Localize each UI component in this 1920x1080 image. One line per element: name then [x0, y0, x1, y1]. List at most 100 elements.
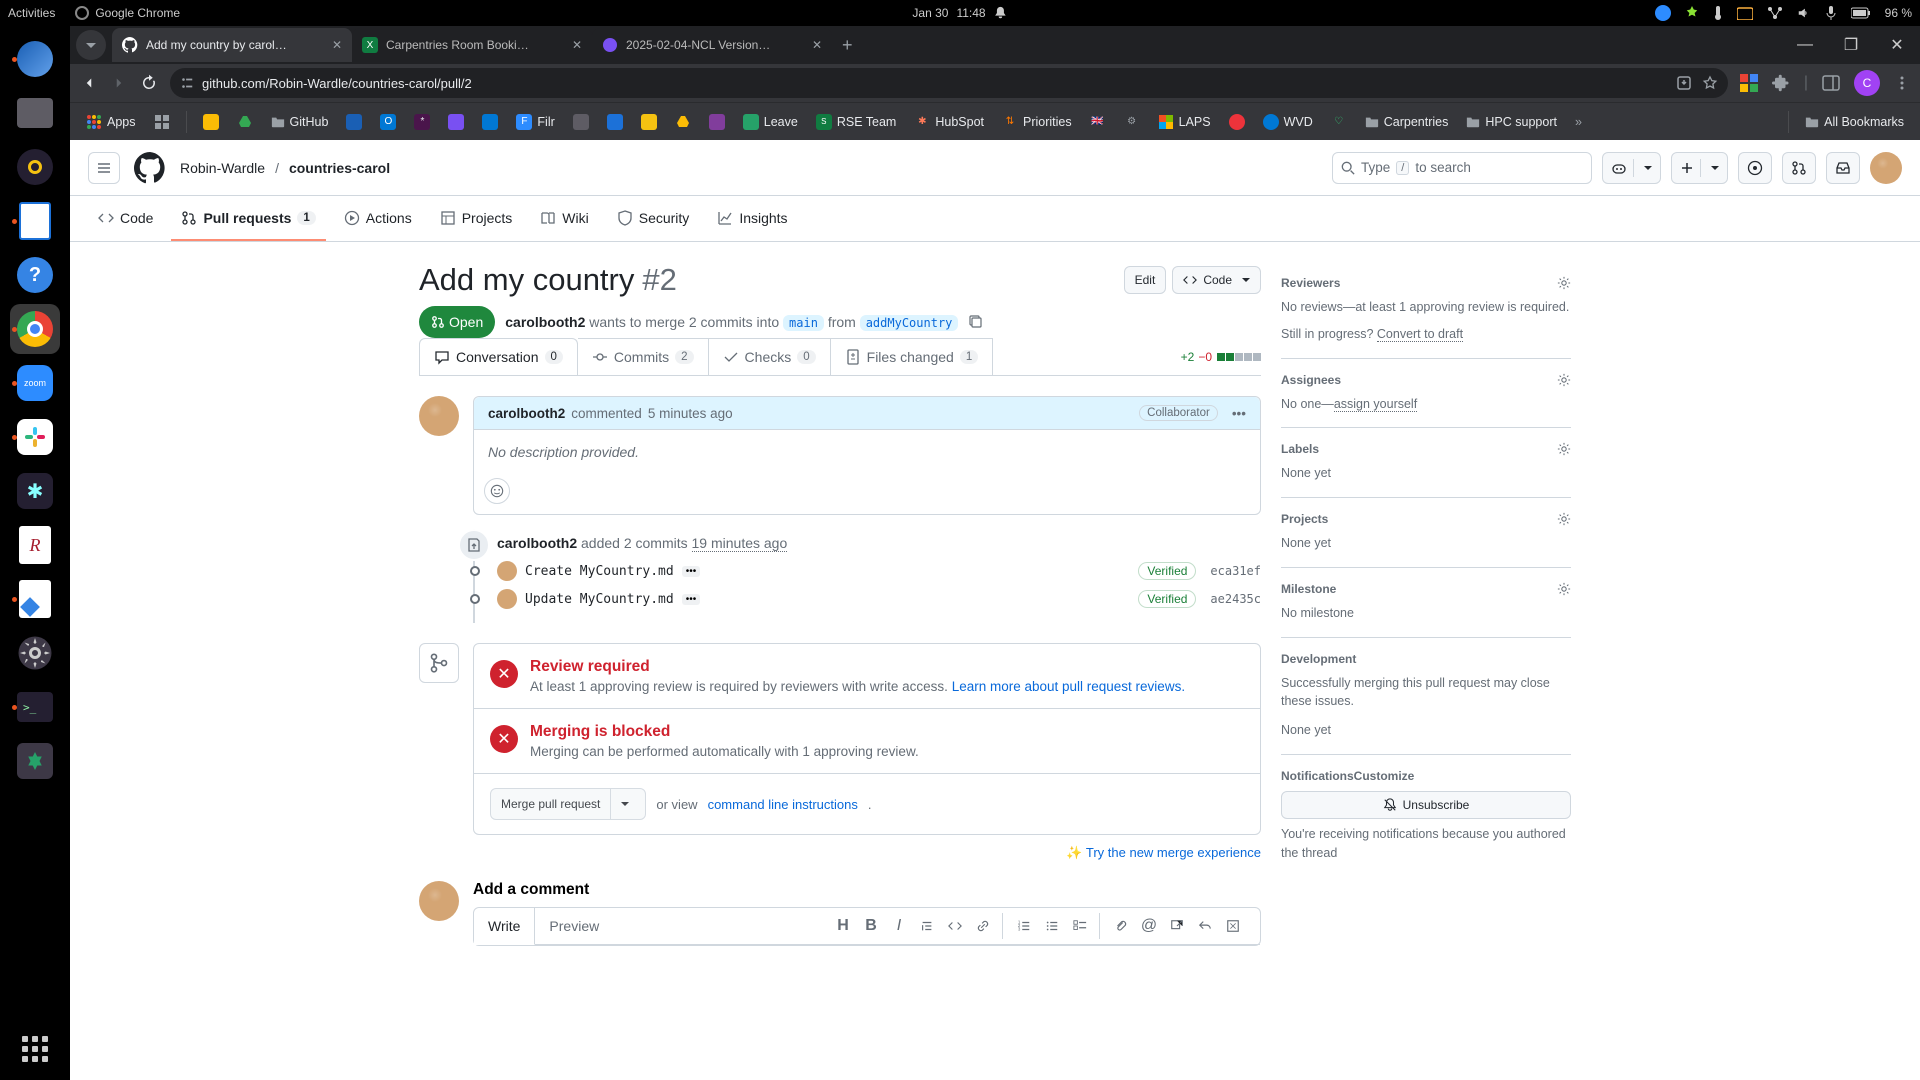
tab-conversation[interactable]: Conversation0 [419, 338, 578, 375]
dock-rhythmbox[interactable] [10, 142, 60, 192]
current-app[interactable]: Google Chrome [75, 6, 180, 20]
unsubscribe-button[interactable]: Unsubscribe [1281, 791, 1571, 819]
bm-rse[interactable]: SRSE Team [810, 110, 903, 134]
bm-outlook[interactable]: O [374, 110, 402, 134]
comment-author[interactable]: carolbooth2 [488, 406, 565, 421]
task-tool[interactable] [1067, 913, 1093, 939]
bm-item11[interactable] [601, 110, 629, 134]
tab-checks[interactable]: Checks0 [709, 338, 831, 375]
head-branch[interactable]: addMyCountry [860, 315, 959, 331]
bm-github[interactable]: GitHub [265, 111, 335, 133]
repo-name-link[interactable]: countries-carol [289, 160, 390, 176]
volume-icon[interactable] [1797, 6, 1811, 20]
event-author[interactable]: carolbooth2 [497, 535, 577, 551]
bm-hpc[interactable]: HPC support [1460, 111, 1563, 133]
verified-badge[interactable]: Verified [1138, 562, 1196, 580]
bm-drive[interactable] [231, 110, 259, 134]
assign-yourself-link[interactable]: assign yourself [1334, 397, 1417, 412]
bm-wvd[interactable]: WVD [1257, 110, 1319, 134]
bm-grid[interactable] [148, 110, 176, 134]
extensions-icon[interactable] [1772, 74, 1790, 92]
merge-pr-button[interactable]: Merge pull request [490, 788, 646, 820]
attach-tool[interactable] [1108, 913, 1134, 939]
ul-tool[interactable] [1039, 913, 1065, 939]
tab-projects[interactable]: Projects [430, 196, 523, 241]
commit-avatar[interactable] [497, 589, 517, 609]
cli-instructions-link[interactable]: command line instructions [708, 797, 858, 812]
tab-2-close[interactable]: ✕ [572, 38, 582, 52]
install-app-icon[interactable] [1676, 75, 1692, 91]
reload-button[interactable] [140, 74, 158, 92]
repo-owner-link[interactable]: Robin-Wardle [180, 160, 265, 176]
commit-avatar[interactable] [497, 561, 517, 581]
commit-sha[interactable]: eca31ef [1210, 564, 1261, 578]
tab-2[interactable]: X Carpentries Room Booki… ✕ [352, 28, 592, 62]
tab-1[interactable]: Add my country by carol… ✕ [112, 28, 352, 62]
quote-tool[interactable] [914, 913, 940, 939]
bold-tool[interactable]: B [858, 913, 884, 939]
link-tool[interactable] [970, 913, 996, 939]
activities-button[interactable]: Activities [8, 6, 55, 20]
preview-tab[interactable]: Preview [535, 908, 613, 944]
window-minimize[interactable]: — [1782, 26, 1828, 64]
dock-trash[interactable] [10, 736, 60, 786]
event-time[interactable]: 19 minutes ago [692, 535, 788, 552]
pr-author[interactable]: carolbooth2 [505, 314, 585, 330]
tab-pullrequests[interactable]: Pull requests1 [171, 196, 325, 241]
dock-slack[interactable] [10, 412, 60, 462]
tab-actions[interactable]: Actions [334, 196, 422, 241]
tab-1-close[interactable]: ✕ [332, 38, 342, 52]
commit-expand[interactable]: ••• [682, 594, 701, 605]
bm-item14[interactable] [703, 110, 731, 134]
clock[interactable]: Jan 30 11:48 [912, 6, 1007, 20]
sidepanel-icon[interactable] [1822, 74, 1840, 92]
milestone-gear-icon[interactable] [1557, 582, 1571, 596]
pr-nav-button[interactable] [1782, 152, 1816, 184]
commit-sha[interactable]: ae2435c [1210, 592, 1261, 606]
copy-icon[interactable] [968, 314, 984, 330]
forward-button[interactable] [110, 74, 128, 92]
window-maximize[interactable]: ❐ [1828, 26, 1874, 64]
bm-leave[interactable]: Leave [737, 110, 804, 134]
bm-item12[interactable] [635, 110, 663, 134]
tab-wiki[interactable]: Wiki [530, 196, 598, 241]
reply-tool[interactable] [1192, 913, 1218, 939]
commit-message[interactable]: Update MyCountry.md [525, 592, 674, 607]
new-tab-button[interactable]: + [832, 35, 863, 56]
code-dropdown-button[interactable]: Code [1172, 266, 1261, 294]
dock-chrome[interactable] [10, 304, 60, 354]
bm-item13[interactable] [669, 110, 697, 134]
reviewers-gear-icon[interactable] [1557, 276, 1571, 290]
gh-search-input[interactable]: Type / to search [1332, 152, 1592, 184]
dock-writer[interactable] [10, 196, 60, 246]
bm-item10[interactable] [567, 110, 595, 134]
tab-files[interactable]: Files changed1 [831, 338, 994, 375]
bm-item7[interactable] [442, 110, 470, 134]
fullscreen-tool[interactable] [1220, 913, 1246, 939]
battery-icon[interactable] [1851, 7, 1871, 19]
tab-code[interactable]: Code [88, 196, 163, 241]
ext1-icon[interactable] [1740, 74, 1758, 92]
bm-hubspot[interactable]: ✱HubSpot [908, 110, 990, 134]
write-tab[interactable]: Write [474, 908, 535, 945]
comment-menu[interactable]: ••• [1232, 406, 1246, 421]
bm-item8[interactable] [476, 110, 504, 134]
bm-carp[interactable]: Carpentries [1359, 111, 1455, 133]
bm-priorities[interactable]: ⇅Priorities [996, 110, 1078, 134]
back-button[interactable] [80, 74, 98, 92]
base-branch[interactable]: main [783, 315, 824, 331]
dock-settings[interactable] [10, 628, 60, 678]
bm-all[interactable]: All Bookmarks [1799, 111, 1910, 133]
edit-title-button[interactable]: Edit [1124, 266, 1167, 294]
ol-tool[interactable]: 123 [1011, 913, 1037, 939]
site-info-icon[interactable] [180, 76, 194, 90]
profile-avatar[interactable]: C [1854, 70, 1880, 96]
react-button[interactable] [484, 478, 510, 504]
dock-help[interactable]: ? [10, 250, 60, 300]
tray-icon[interactable] [1685, 6, 1699, 20]
bm-item1[interactable] [197, 110, 225, 134]
dock-thunderbird[interactable] [10, 34, 60, 84]
screenshot-icon[interactable] [1737, 6, 1753, 20]
tab-search-button[interactable] [76, 30, 106, 60]
commit-message[interactable]: Create MyCountry.md [525, 564, 674, 579]
